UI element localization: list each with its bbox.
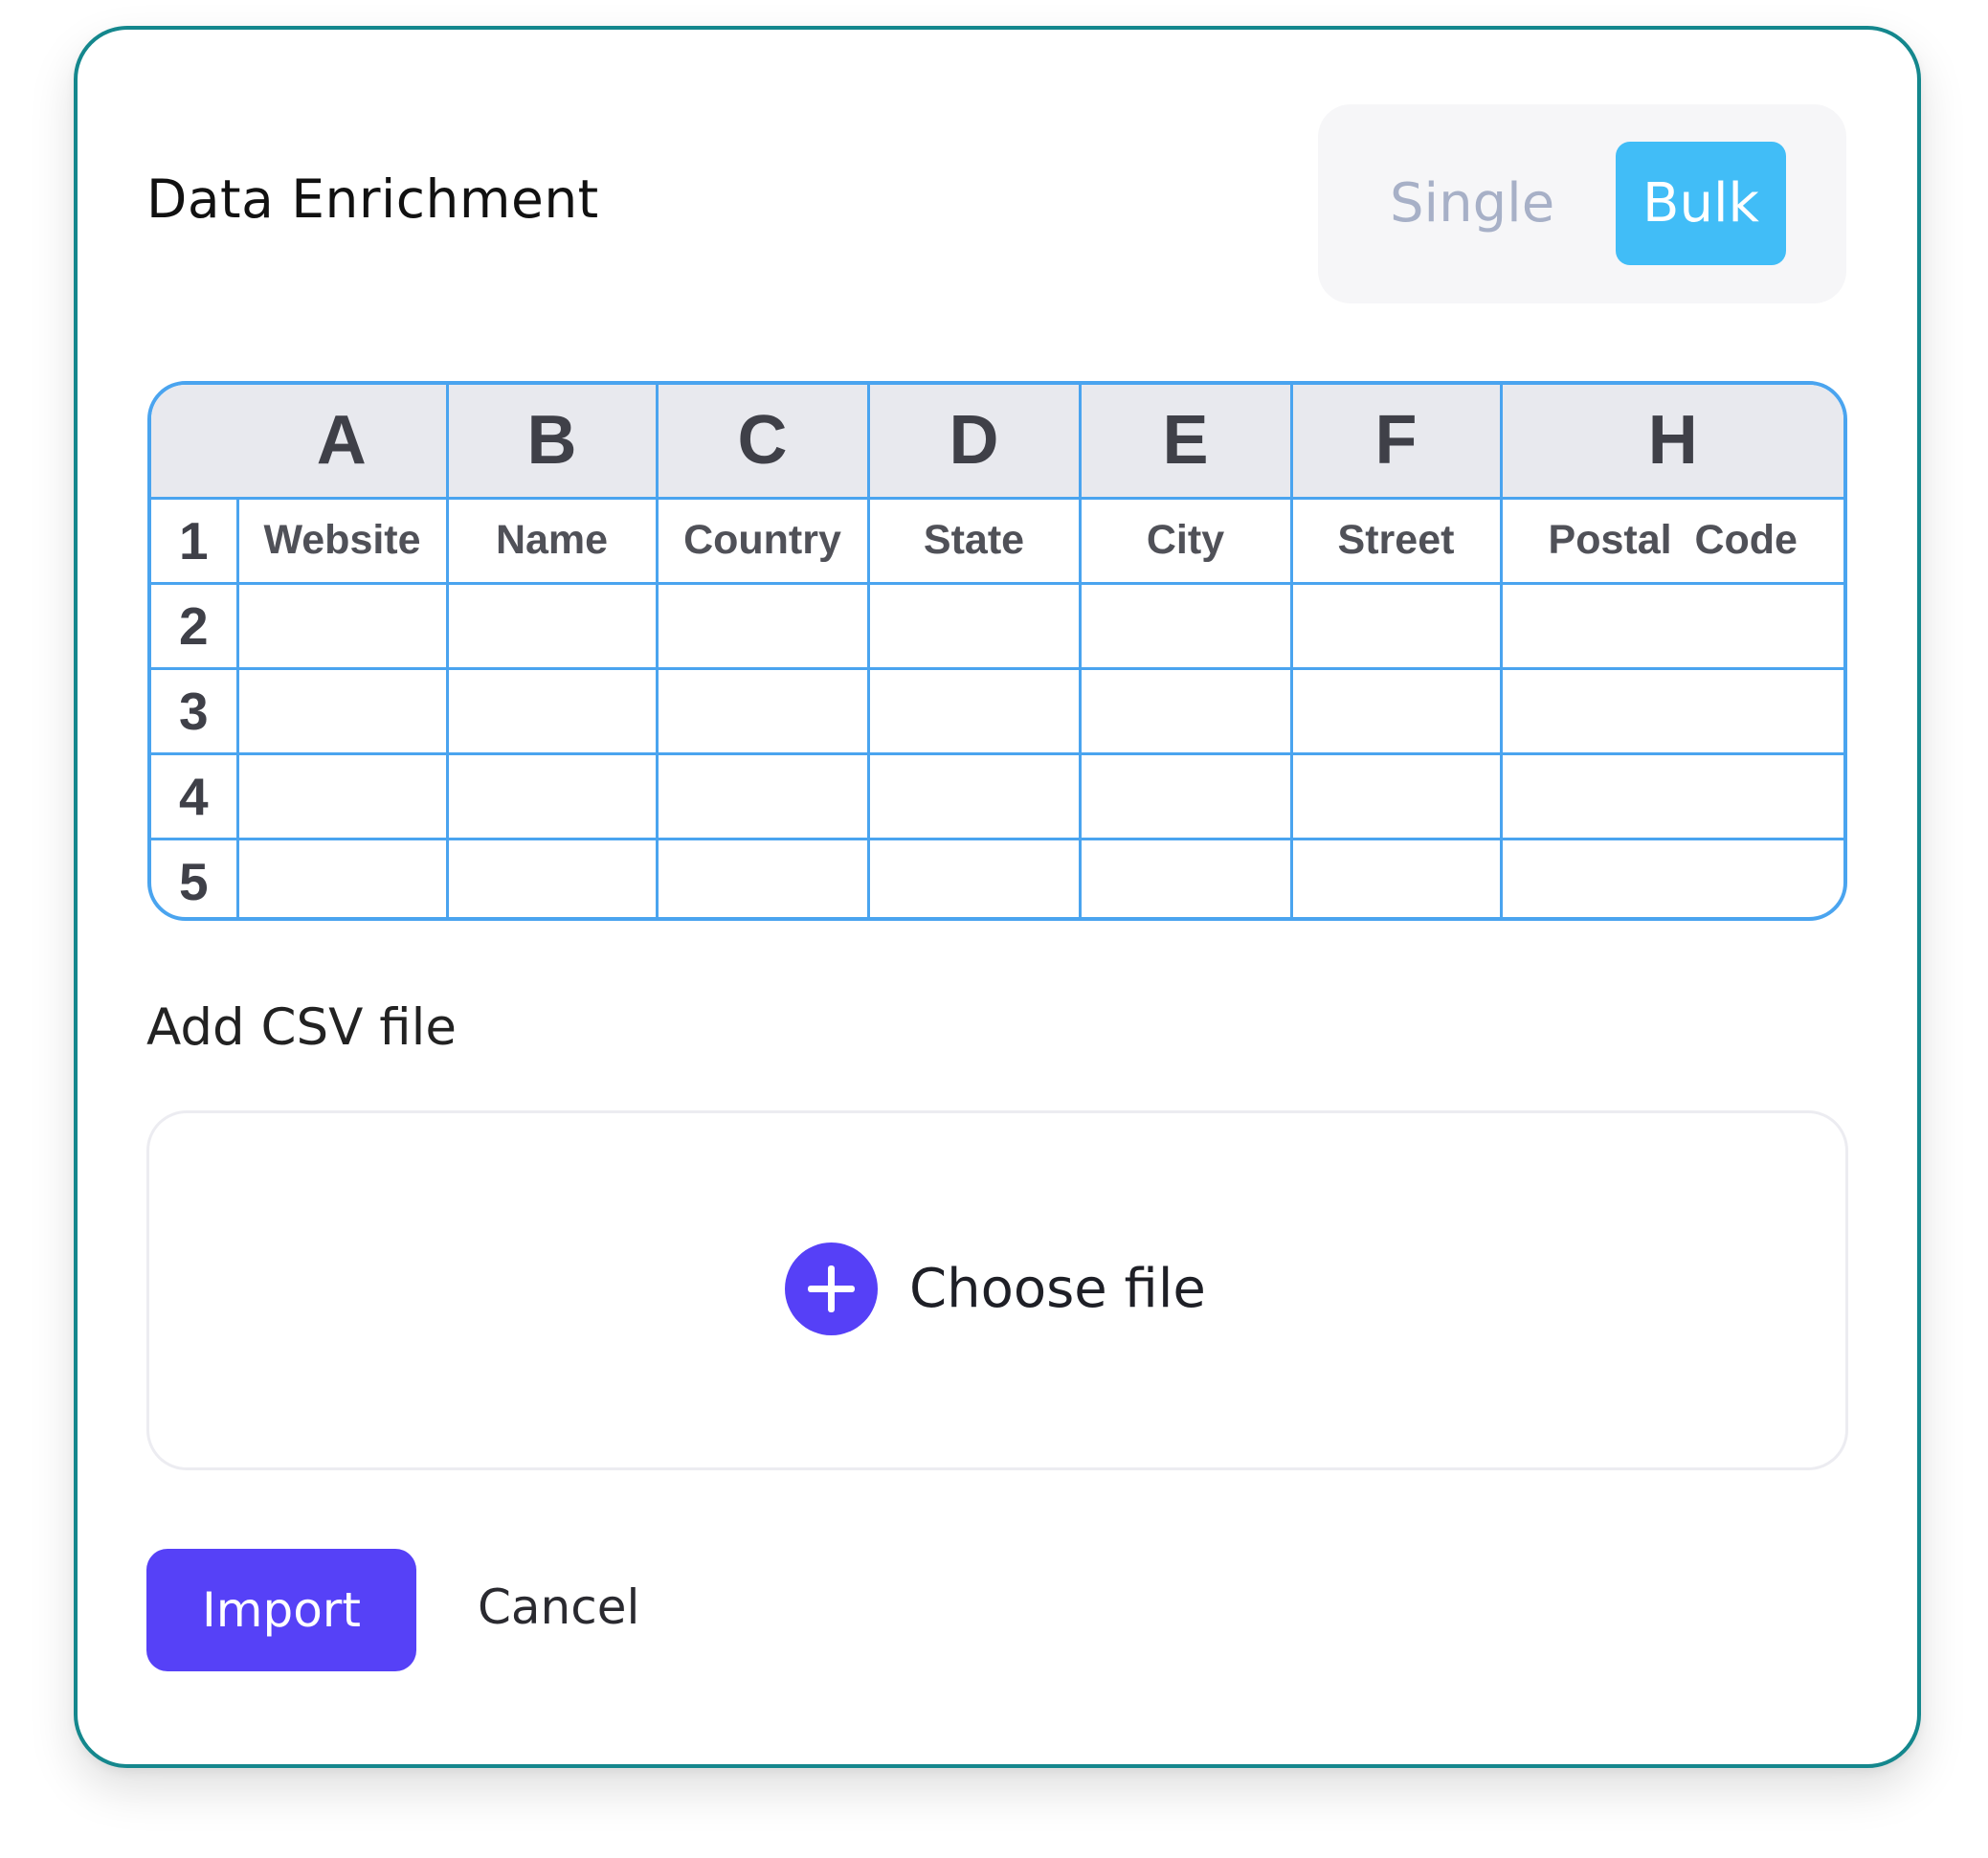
table-cell (1078, 666, 1293, 755)
row-number: 4 (151, 751, 239, 840)
table-cell (866, 837, 1082, 917)
table-cell (1289, 666, 1503, 755)
column-letter: D (866, 385, 1082, 500)
table-cell (1499, 751, 1843, 840)
table-cell (655, 837, 870, 917)
column-header-cell: Name (445, 496, 659, 585)
table-cell (445, 751, 659, 840)
table-row: 2 (151, 581, 1843, 670)
row-number: 1 (151, 496, 239, 585)
toggle-single-option[interactable]: Single (1390, 172, 1554, 235)
table-cell (445, 837, 659, 917)
table-cell (235, 581, 449, 670)
dialog-title: Data Enrichment (146, 168, 599, 230)
column-letter: A (237, 385, 449, 500)
table-cell (235, 751, 449, 840)
table-row: 5 (151, 837, 1843, 917)
table-cell (1078, 581, 1293, 670)
table-cell (1078, 837, 1293, 917)
choose-file-button[interactable]: Choose file (785, 1242, 1206, 1335)
import-button[interactable]: Import (146, 1549, 416, 1671)
table-cell (866, 751, 1082, 840)
table-cell (1499, 581, 1843, 670)
table-cell (1499, 837, 1843, 917)
column-letter: H (1499, 385, 1843, 500)
column-header-cell: City (1078, 496, 1293, 585)
table-cell (1289, 837, 1503, 917)
table-cell (1499, 666, 1843, 755)
table-cell (866, 666, 1082, 755)
table-cell (1289, 751, 1503, 840)
corner-cell (151, 385, 237, 500)
table-row: 4 (151, 751, 1843, 840)
table-cell (235, 666, 449, 755)
table-cell (235, 837, 449, 917)
table-cell (866, 581, 1082, 670)
column-letter-row: A B C D E F H (151, 385, 1843, 500)
choose-file-label: Choose file (909, 1258, 1206, 1320)
table-cell (655, 751, 870, 840)
table-cell (1289, 581, 1503, 670)
csv-section-label: Add CSV file (146, 998, 457, 1057)
column-header-cell: Street (1289, 496, 1503, 585)
spreadsheet-template: A B C D E F H 1 Website Name Country Sta… (147, 381, 1847, 921)
row-number: 5 (151, 837, 239, 917)
table-row: 3 (151, 666, 1843, 755)
column-letter: F (1289, 385, 1503, 500)
plus-circle-icon (785, 1242, 878, 1335)
column-letter: E (1078, 385, 1293, 500)
table-cell (1078, 751, 1293, 840)
table-cell (655, 581, 870, 670)
column-letter: C (655, 385, 870, 500)
table-cell (655, 666, 870, 755)
cancel-button[interactable]: Cancel (478, 1579, 639, 1635)
header-row: 1 Website Name Country State City Street… (151, 496, 1843, 585)
table-cell (445, 581, 659, 670)
row-number: 2 (151, 581, 239, 670)
column-header-cell: Postal Code (1499, 496, 1843, 585)
column-header-cell: Country (655, 496, 870, 585)
column-header-cell: Website (235, 496, 449, 585)
toggle-bulk-option[interactable]: Bulk (1616, 142, 1786, 265)
column-letter: B (445, 385, 659, 500)
table-cell (445, 666, 659, 755)
column-header-cell: State (866, 496, 1082, 585)
row-number: 3 (151, 666, 239, 755)
